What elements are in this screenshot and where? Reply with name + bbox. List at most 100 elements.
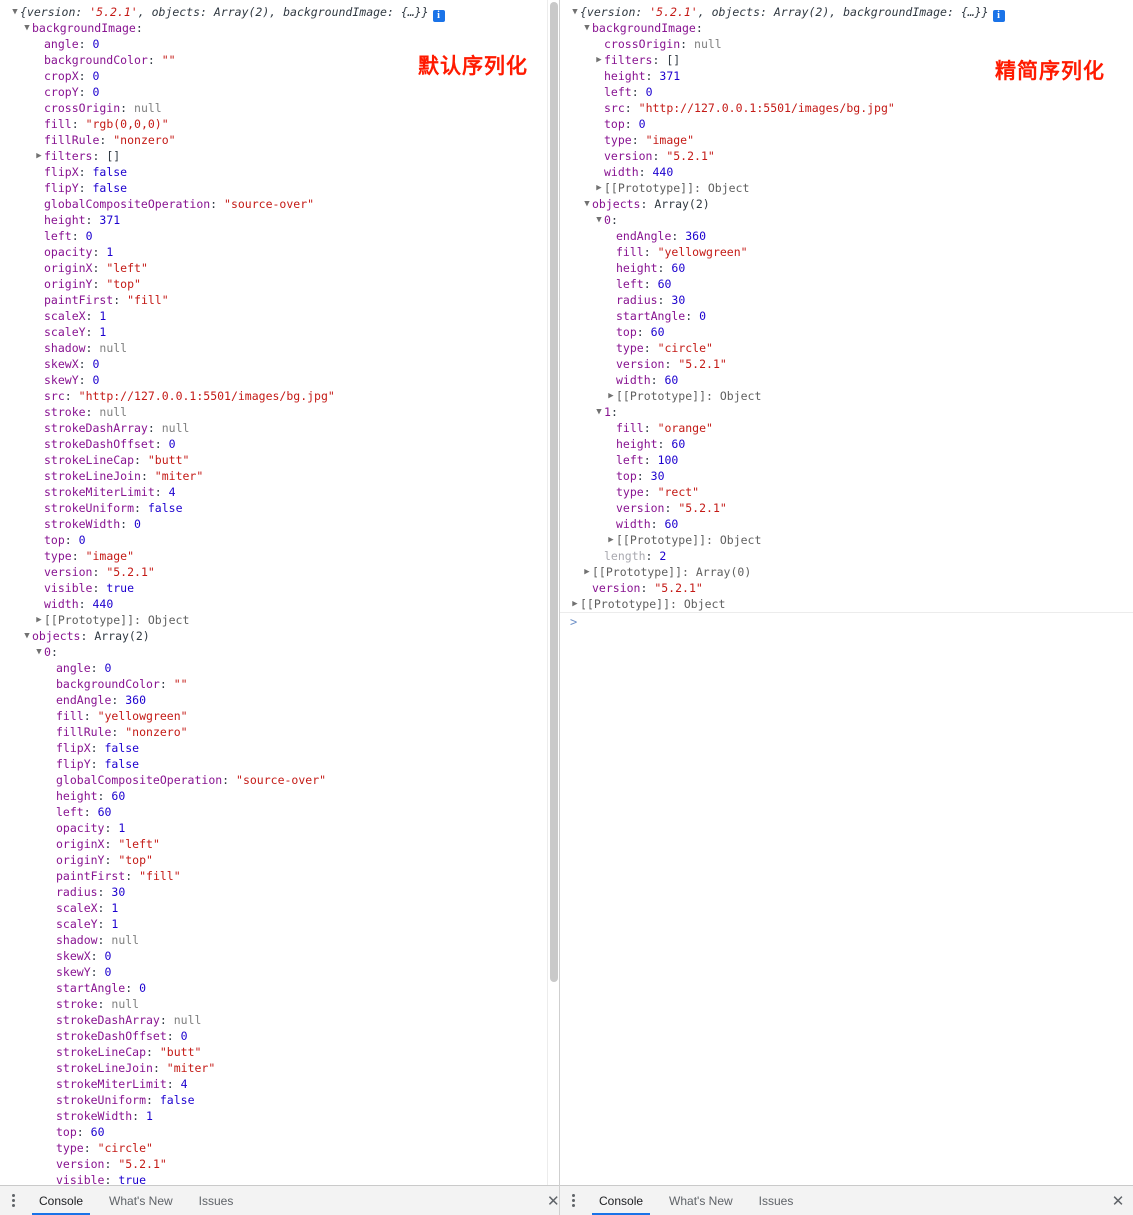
disclosure-triangle-expanded-icon[interactable]: ▼ [582,20,592,36]
object-tree-row[interactable]: ▸type: "circle" [0,1140,559,1156]
object-tree-row[interactable]: ▸version: "5.2.1" [560,356,1133,372]
disclosure-triangle-expanded-icon[interactable]: ▼ [22,20,32,36]
object-tree-row[interactable]: ▼ {version: '5.2.1', objects: Array(2), b… [560,4,1133,22]
object-tree-row[interactable]: ▸type: "circle" [560,340,1133,356]
object-tree-row[interactable]: ▸fill: "yellowgreen" [560,244,1133,260]
object-tree-row[interactable]: ▸strokeDashArray: null [0,420,559,436]
object-tree-row[interactable]: ▸strokeMiterLimit: 4 [0,484,559,500]
object-tree-row[interactable]: ▸strokeWidth: 1 [0,1108,559,1124]
right-console-output[interactable]: ▼ {version: '5.2.1', objects: Array(2), b… [560,0,1133,1185]
tab-whats-new[interactable]: What's New [96,1186,186,1215]
object-tree-row[interactable]: ▸strokeUniform: false [0,500,559,516]
disclosure-triangle-expanded-icon[interactable]: ▼ [594,212,604,228]
disclosure-triangle-collapsed-icon[interactable]: ▶ [34,612,44,628]
object-tree-row[interactable]: ▸scaleX: 1 [0,308,559,324]
object-tree-row[interactable]: ▸height: 371 [0,212,559,228]
object-tree-row[interactable]: ▸type: "image" [560,132,1133,148]
object-tree-row[interactable]: ▸top: 30 [560,468,1133,484]
object-tree-row[interactable]: ▸flipX: false [0,164,559,180]
object-tree-row[interactable]: ▸fill: "orange" [560,420,1133,436]
disclosure-triangle-expanded-icon[interactable]: ▼ [34,644,44,660]
object-tree-row[interactable]: ▸height: 60 [560,260,1133,276]
object-tree-row[interactable]: ▸backgroundColor: "" [0,676,559,692]
more-tools-icon[interactable] [0,1186,26,1215]
object-tree-row[interactable]: ▸globalCompositeOperation: "source-over" [0,772,559,788]
object-tree-row[interactable]: ▸paintFirst: "fill" [0,292,559,308]
object-tree-row[interactable]: ▶ [[Prototype]]: Object [0,612,559,628]
object-tree-row[interactable]: ▸fill: "yellowgreen" [0,708,559,724]
object-tree-row[interactable]: ▶ [[Prototype]]: Object [560,180,1133,196]
object-tree-row[interactable]: ▸height: 60 [0,788,559,804]
object-tree-row[interactable]: ▶ [[Prototype]]: Array(0) [560,564,1133,580]
object-tree-row[interactable]: ▸width: 440 [0,596,559,612]
tab-issues[interactable]: Issues [186,1186,247,1215]
object-tree-row[interactable]: ▼ {version: '5.2.1', objects: Array(2), b… [0,4,559,22]
object-tree-row[interactable]: ▸startAngle: 0 [560,308,1133,324]
object-tree-row[interactable]: ▸stroke: null [0,404,559,420]
object-tree-row[interactable]: ▼ 1: [560,404,1133,420]
disclosure-triangle-expanded-icon[interactable]: ▼ [22,628,32,644]
object-tree-row[interactable]: ▸opacity: 1 [0,820,559,836]
object-tree-row[interactable]: ▸version: "5.2.1" [560,500,1133,516]
right-object-tree[interactable]: ▼ {version: '5.2.1', objects: Array(2), b… [560,4,1133,612]
object-tree-row[interactable]: ▸version: "5.2.1" [0,1156,559,1172]
object-tree-row[interactable]: ▸skewX: 0 [0,356,559,372]
object-tree-row[interactable]: ▸crossOrigin: null [560,36,1133,52]
object-tree-row[interactable]: ▸originY: "top" [0,852,559,868]
object-tree-row[interactable]: ▸skewY: 0 [0,372,559,388]
object-tree-row[interactable]: ▸type: "image" [0,548,559,564]
object-tree-row[interactable]: ▸globalCompositeOperation: "source-over" [0,196,559,212]
object-tree-row[interactable]: ▸flipY: false [0,180,559,196]
object-tree-row[interactable]: ▸strokeMiterLimit: 4 [0,1076,559,1092]
object-tree-row[interactable]: ▶ [[Prototype]]: Object [560,388,1133,404]
left-console-output[interactable]: ▼ {version: '5.2.1', objects: Array(2), b… [0,0,559,1185]
object-tree-row[interactable]: ▸left: 100 [560,452,1133,468]
console-prompt-row[interactable]: > [560,612,1133,631]
disclosure-triangle-collapsed-icon[interactable]: ▶ [594,180,604,196]
object-tree-row[interactable]: ▸radius: 30 [0,884,559,900]
object-tree-row[interactable]: ▸left: 60 [560,276,1133,292]
object-tree-row[interactable]: ▸version: "5.2.1" [560,580,1133,596]
object-tree-row[interactable]: ▸scaleY: 1 [0,324,559,340]
object-tree-row[interactable]: ▸originX: "left" [0,260,559,276]
object-tree-row[interactable]: ▸top: 0 [0,532,559,548]
object-tree-row[interactable]: ▶ [[Prototype]]: Object [560,596,1133,612]
object-tree-row[interactable]: ▸type: "rect" [560,484,1133,500]
object-tree-row[interactable]: ▸crossOrigin: null [0,100,559,116]
disclosure-triangle-expanded-icon[interactable]: ▼ [570,4,580,20]
object-tree-row[interactable]: ▸endAngle: 360 [0,692,559,708]
disclosure-triangle-collapsed-icon[interactable]: ▶ [34,148,44,164]
object-tree-row[interactable]: ▸width: 60 [560,516,1133,532]
object-tree-row[interactable]: ▸skewY: 0 [0,964,559,980]
object-tree-row[interactable]: ▸strokeDashArray: null [0,1012,559,1028]
object-tree-row[interactable]: ▸shadow: null [0,932,559,948]
object-tree-row[interactable]: ▸left: 0 [560,84,1133,100]
left-panel-scrollbar[interactable] [547,0,559,1185]
object-tree-row[interactable]: ▸fillRule: "nonzero" [0,132,559,148]
object-tree-row[interactable]: ▸originX: "left" [0,836,559,852]
object-tree-row[interactable]: ▸stroke: null [0,996,559,1012]
object-tree-row[interactable]: ▸scaleX: 1 [0,900,559,916]
tab-whats-new[interactable]: What's New [656,1186,746,1215]
scrollbar-thumb[interactable] [550,2,558,982]
object-tree-row[interactable]: ▸length: 2 [560,548,1133,564]
object-tree-row[interactable]: ▸scaleY: 1 [0,916,559,932]
object-tree-row[interactable]: ▸version: "5.2.1" [560,148,1133,164]
object-tree-row[interactable]: ▼ backgroundImage: [560,20,1133,36]
disclosure-triangle-collapsed-icon[interactable]: ▶ [570,596,580,612]
disclosure-triangle-collapsed-icon[interactable]: ▶ [606,388,616,404]
tab-console[interactable]: Console [26,1186,96,1215]
object-tree-row[interactable]: ▸height: 60 [560,436,1133,452]
object-tree-row[interactable]: ▸src: "http://127.0.0.1:5501/images/bg.j… [0,388,559,404]
object-tree-row[interactable]: ▼ objects: Array(2) [0,628,559,644]
object-tree-row[interactable]: ▸opacity: 1 [0,244,559,260]
object-tree-row[interactable]: ▼ objects: Array(2) [560,196,1133,212]
object-tree-row[interactable]: ▼ backgroundImage: [0,20,559,36]
object-tree-row[interactable]: ▸strokeLineJoin: "miter" [0,1060,559,1076]
object-tree-row[interactable]: ▸version: "5.2.1" [0,564,559,580]
object-tree-row[interactable]: ▸width: 60 [560,372,1133,388]
object-tree-row[interactable]: ▸startAngle: 0 [0,980,559,996]
object-tree-row[interactable]: ▸fillRule: "nonzero" [0,724,559,740]
object-tree-row[interactable]: ▸cropY: 0 [0,84,559,100]
object-tree-row[interactable]: ▸flipX: false [0,740,559,756]
